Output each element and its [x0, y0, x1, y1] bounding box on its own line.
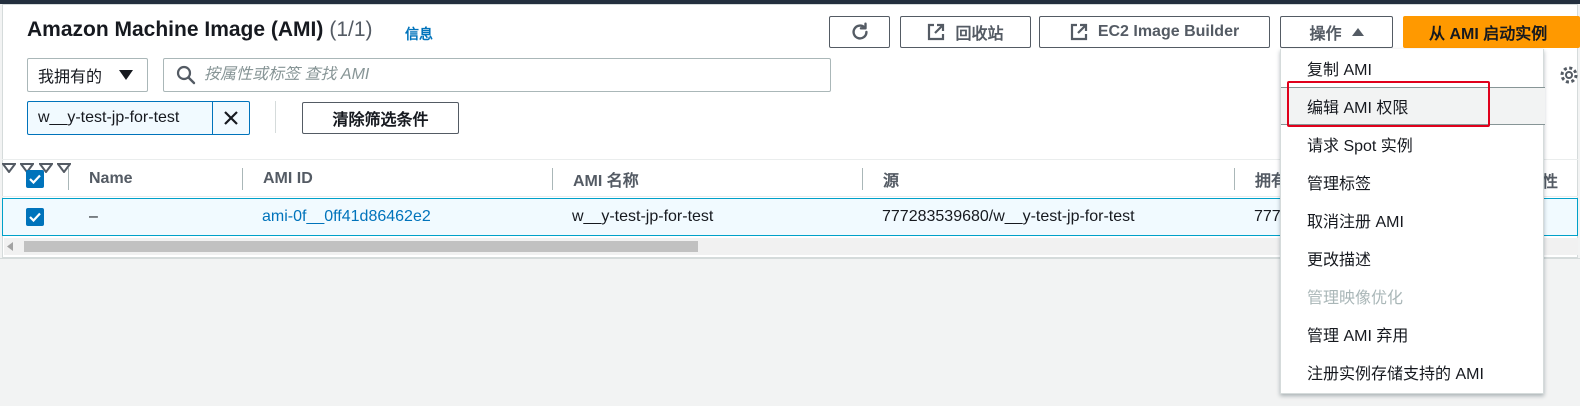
cell-name: –: [89, 208, 98, 225]
info-link[interactable]: 信息: [405, 24, 433, 44]
actions-dropdown-button[interactable]: 操作: [1280, 16, 1393, 48]
filter-token: w__y-test-jp-for-test: [27, 101, 250, 135]
image-builder-button[interactable]: EC2 Image Builder: [1039, 16, 1270, 48]
menu-item-manage-tags[interactable]: 管理标签: [1281, 163, 1545, 201]
column-header-source[interactable]: 源: [883, 160, 899, 198]
caret-down-icon: [119, 70, 133, 80]
column-label: Name: [89, 170, 133, 187]
remove-filter-button[interactable]: [213, 102, 249, 134]
column-label: AMI ID: [263, 170, 313, 187]
launch-label: 从 AMI 启动实例: [1429, 26, 1548, 43]
refresh-button[interactable]: [829, 16, 890, 48]
column-divider: [1234, 168, 1235, 190]
menu-item-manage-deprecation[interactable]: 管理 AMI 弃用: [1281, 315, 1545, 353]
column-header-ami-id[interactable]: AMI ID: [263, 160, 313, 198]
column-divider: [552, 168, 553, 190]
column-label: 源: [883, 173, 900, 190]
column-label: AMI 名称: [573, 173, 639, 190]
search-icon: [176, 65, 196, 85]
page-title: Amazon Machine Image (AMI) (1/1): [27, 18, 373, 42]
menu-item-manage-image-optimization: 管理映像优化: [1307, 290, 1404, 307]
menu-item-register-instance-store-ami[interactable]: 注册实例存储支持的 AMI: [1281, 353, 1545, 391]
ownership-select[interactable]: 我拥有的: [27, 58, 148, 92]
scroll-left-icon[interactable]: [7, 242, 13, 251]
column-header-name[interactable]: Name: [89, 160, 133, 198]
close-icon: [224, 111, 238, 125]
clear-filters-button[interactable]: 清除筛选条件: [302, 102, 459, 134]
image-builder-label: EC2 Image Builder: [1097, 23, 1240, 40]
annotation-highlight-box: [1287, 81, 1490, 127]
row-checkbox[interactable]: [26, 208, 44, 226]
scrollbar-thumb[interactable]: [24, 241, 698, 252]
divider: [275, 101, 276, 133]
column-divider: [68, 168, 69, 190]
refresh-icon: [851, 22, 868, 40]
menu-item-request-spot[interactable]: 请求 Spot 实例: [1281, 125, 1545, 163]
search-input[interactable]: [204, 66, 804, 84]
recycle-bin-label: 回收站: [955, 26, 1004, 43]
cell-source: 777283539680/w__y-test-jp-for-test: [882, 208, 1135, 225]
cell-ami-name: w__y-test-jp-for-test: [572, 208, 714, 225]
menu-item-change-description[interactable]: 更改描述: [1281, 239, 1545, 277]
caret-up-icon: [1351, 28, 1364, 36]
filter-token-text: w__y-test-jp-for-test: [28, 102, 213, 134]
title-text: Amazon Machine Image (AMI): [27, 18, 324, 41]
menu-item-deregister-ami[interactable]: 取消注册 AMI: [1281, 201, 1545, 239]
recycle-bin-button[interactable]: 回收站: [900, 16, 1031, 48]
column-divider: [862, 168, 863, 190]
external-link-icon: [928, 23, 945, 41]
column-header-ami-name[interactable]: AMI 名称: [573, 160, 639, 198]
actions-label: 操作: [1309, 26, 1342, 43]
sort-icon[interactable]: [1, 163, 17, 174]
checkmark-icon: [29, 174, 41, 184]
external-link-icon: [1070, 23, 1087, 41]
checkmark-icon: [29, 212, 41, 222]
cell-owner: 777: [1254, 208, 1281, 225]
selection-count: (1/1): [329, 18, 373, 41]
gear-icon[interactable]: [1558, 64, 1580, 86]
sort-icon[interactable]: [56, 163, 73, 174]
select-all-checkbox[interactable]: [26, 170, 44, 188]
ownership-selected-value: 我拥有的: [38, 69, 103, 86]
cell-ami-id-link[interactable]: ami-0f__0ff41d86462e2: [262, 199, 431, 235]
clear-filters-label: 清除筛选条件: [332, 112, 429, 129]
search-box[interactable]: [163, 58, 831, 92]
column-divider: [242, 168, 243, 190]
launch-instance-button[interactable]: 从 AMI 启动实例: [1403, 16, 1580, 48]
